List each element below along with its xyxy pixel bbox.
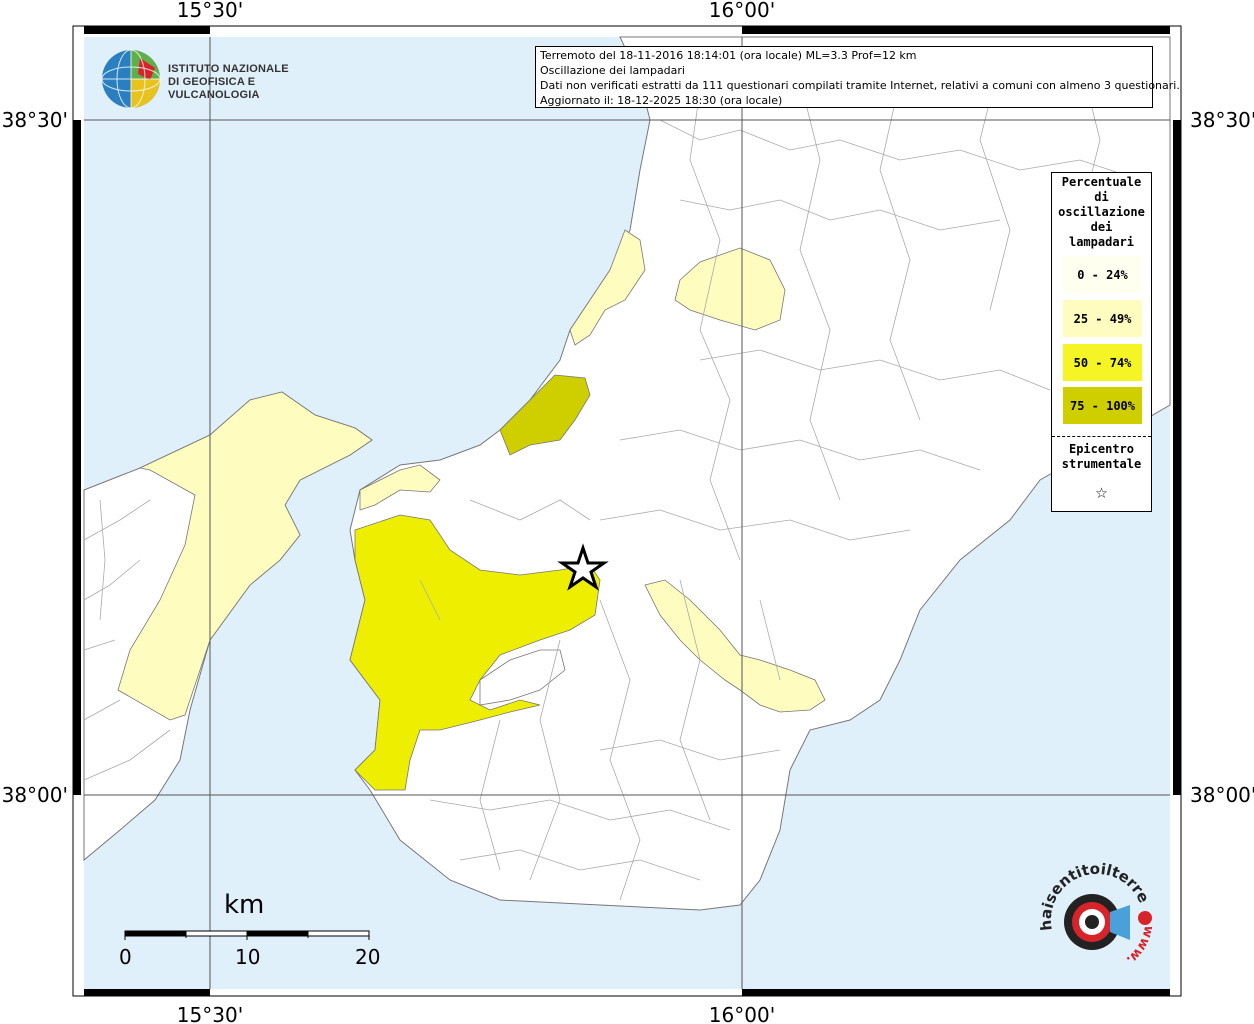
legend-title-line: dei [1090, 220, 1113, 234]
legend-title: Percentuale di oscillazione dei lampadar… [1052, 175, 1151, 250]
scale-tick-label: 0 [119, 945, 132, 969]
legend-class-25-49: 25 - 49% [1063, 300, 1142, 337]
legend-divider [1052, 436, 1151, 437]
lat-label-right-bottom: 38°00' [1190, 783, 1254, 807]
legend-class-label: 0 - 24% [1077, 267, 1128, 282]
lon-label-top-left: 15°30' [177, 0, 243, 22]
info-line-2: Oscillazione dei lampadari [540, 64, 685, 77]
legend-epicenter-label: Epicentro strumentale [1052, 442, 1151, 472]
legend-class-50-74: 50 - 74% [1063, 344, 1142, 381]
legend-title-line: Percentuale [1061, 175, 1142, 189]
ingv-logo: ISTITUTO NAZIONALE DI GEOFISICA E VULCAN… [100, 48, 320, 110]
info-box: Terremoto del 18-11-2016 18:14:01 (ora l… [535, 46, 1180, 108]
lat-label-left-bottom: 38°00' [2, 783, 68, 807]
legend: Percentuale di oscillazione dei lampadar… [1051, 172, 1152, 512]
legend-class-label: 75 - 100% [1069, 398, 1136, 413]
legend-title-line: lampadari [1068, 235, 1135, 249]
haisentito-logo-graphic: haisentitoilterremoto.it www. [1022, 836, 1156, 967]
legend-class-75-100: 75 - 100% [1063, 387, 1142, 424]
lat-label-left-top: 38°30' [2, 108, 68, 132]
haisentito-logo: haisentitoilterremoto.it www. [1022, 836, 1160, 980]
info-line-1: Terremoto del 18-11-2016 18:14:01 (ora l… [540, 49, 917, 62]
legend-title-line: di [1094, 190, 1109, 204]
ingv-logo-line1: ISTITUTO NAZIONALE [168, 63, 289, 75]
legend-title-line: oscillazione [1058, 205, 1145, 219]
lat-label-right-top: 38°30' [1190, 108, 1254, 132]
lon-label-bottom-left: 15°30' [177, 1003, 243, 1024]
ingv-logo-text: ISTITUTO NAZIONALE DI GEOFISICA E VULCAN… [168, 63, 320, 102]
scale-tick-label: 20 [355, 945, 381, 969]
legend-class-label: 50 - 74% [1073, 355, 1132, 370]
legend-star-icon: ☆ [1095, 479, 1108, 503]
ingv-logo-line2: DI GEOFISICA E VULCANOLOGIA [168, 76, 260, 101]
legend-epicenter-line: Epicentro [1068, 442, 1135, 456]
globe-icon [101, 49, 161, 109]
scale-tick-label: 10 [235, 945, 261, 969]
legend-class-0-24: 0 - 24% [1063, 256, 1142, 293]
info-line-3: Dati non verificati estratti da 111 ques… [540, 79, 1180, 92]
scale-bar-graphic [124, 930, 370, 940]
lon-label-top-right: 16°00' [709, 0, 775, 22]
info-line-4: Aggiornato il: 18-12-2025 18:30 (ora loc… [540, 94, 783, 107]
scale-unit: km [224, 890, 265, 920]
legend-class-label: 25 - 49% [1073, 311, 1132, 326]
scale-bar: km 0 10 20 [118, 890, 398, 970]
lon-label-bottom-right: 16°00' [709, 1003, 775, 1024]
legend-epicenter-line: strumentale [1061, 457, 1142, 471]
